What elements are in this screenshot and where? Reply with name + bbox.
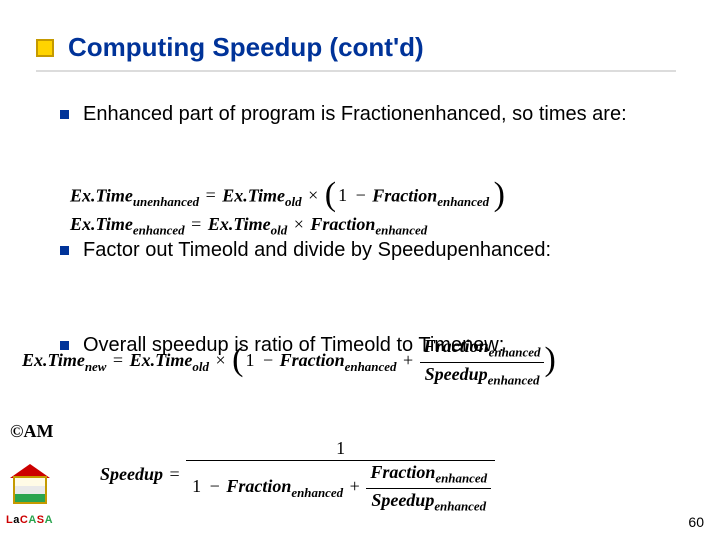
eq4-lhs: Speedup xyxy=(100,464,163,484)
house-body-icon xyxy=(13,476,47,504)
eq3-rhs-base: Ex.Time xyxy=(130,350,193,370)
eq3-f-sub: enhanced xyxy=(345,359,397,374)
minus-sign: − xyxy=(208,476,222,496)
eq4-den-f-sub: enhanced xyxy=(291,485,343,500)
eq2-frac-base: Fraction xyxy=(310,214,375,234)
eq2-rhs-sub: old xyxy=(271,223,288,238)
lacasa-logo-icon xyxy=(10,464,50,508)
lacasa-text: LaCASA xyxy=(6,514,53,526)
one: 1 xyxy=(336,185,349,205)
equation-3: Ex.Timenew = Ex.Timeold × (1 − Fractione… xyxy=(22,336,702,388)
plus-sign: + xyxy=(348,476,362,496)
title-underline xyxy=(36,70,676,72)
title-bar: Computing Speedup (cont'd) xyxy=(36,32,424,63)
times-sign: × xyxy=(306,185,320,205)
eq3-den-base: Speedup xyxy=(425,364,488,384)
eq-sign: = xyxy=(189,214,203,234)
equation-2: Ex.Timeenhanced = Ex.Timeold × Fractione… xyxy=(70,214,427,239)
eq2-lhs-base: Ex.Time xyxy=(70,214,133,234)
square-bullet-icon xyxy=(60,246,69,255)
eq2-rhs-base: Ex.Time xyxy=(208,214,271,234)
lacasa-a: a xyxy=(13,514,20,526)
eq2-frac-sub: enhanced xyxy=(375,223,427,238)
slide: Computing Speedup (cont'd) Enhanced part… xyxy=(0,0,720,540)
copyright-mark: ©AM xyxy=(10,421,53,442)
eq3-num-base: Fraction xyxy=(424,336,489,356)
eq-sign: = xyxy=(168,464,182,484)
bullet-2-text: Factor out Timeold and divide by Speedup… xyxy=(83,238,551,264)
eq3-fraction: Fractionenhanced Speedupenhanced xyxy=(420,336,545,388)
paren-close-icon: ) xyxy=(544,341,555,378)
eq1-rhs-base: Ex.Time xyxy=(222,185,285,205)
eq4-den-f-base: Fraction xyxy=(226,476,291,496)
eq4-num-one: 1 xyxy=(334,438,347,458)
eq1-lhs-sub: unenhanced xyxy=(133,194,199,209)
times-sign: × xyxy=(213,350,227,370)
eq1-frac-sub: enhanced xyxy=(437,194,489,209)
eq3-lhs-base: Ex.Time xyxy=(22,350,85,370)
bullet-1-text: Enhanced part of program is Fractionenha… xyxy=(83,102,627,128)
eq1-lhs-base: Ex.Time xyxy=(70,185,133,205)
eq4-in-num-sub: enhanced xyxy=(435,471,487,486)
page-number: 60 xyxy=(688,514,704,530)
stripe-icon xyxy=(15,494,45,502)
eq2-lhs-sub: enhanced xyxy=(133,223,185,238)
plus-sign: + xyxy=(401,350,415,370)
bullet-1: Enhanced part of program is Fractionenha… xyxy=(60,102,680,128)
title-bullet-icon xyxy=(36,39,54,57)
eq4-in-den-sub: enhanced xyxy=(434,498,486,513)
lacasa-A2: A xyxy=(45,514,53,526)
eq1-frac-base: Fraction xyxy=(372,185,437,205)
paren-close-icon: ) xyxy=(494,176,505,213)
times-sign: × xyxy=(292,214,306,234)
bullet-2: Factor out Timeold and divide by Speedup… xyxy=(60,238,680,264)
slide-title: Computing Speedup (cont'd) xyxy=(68,32,424,63)
paren-open-icon: ( xyxy=(325,176,336,213)
paren-open-icon: ( xyxy=(232,341,243,378)
eq3-lhs-sub: new xyxy=(85,359,107,374)
eq3-num-sub: enhanced xyxy=(489,345,541,360)
minus-sign: − xyxy=(261,350,275,370)
equation-1: Ex.Timeunenhanced = Ex.Timeold × (1 − Fr… xyxy=(70,182,505,213)
eq4-in-den-base: Speedup xyxy=(371,490,434,510)
one: 1 xyxy=(243,350,256,370)
lacasa-S: S xyxy=(37,514,45,526)
eq-sign: = xyxy=(111,350,125,370)
eq3-rhs-sub: old xyxy=(192,359,209,374)
eq4-inner-fraction: Fractionenhanced Speedupenhanced xyxy=(366,462,491,514)
lacasa-A: A xyxy=(28,514,36,526)
eq1-rhs-sub: old xyxy=(285,194,302,209)
eq3-den-sub: enhanced xyxy=(488,372,540,387)
eq3-f-base: Fraction xyxy=(280,350,345,370)
eq4-outer-fraction: 1 1 − Fractionenhanced + Fractionenhance… xyxy=(186,438,495,514)
eq4-den-one: 1 xyxy=(190,476,203,496)
eq4-in-num-base: Fraction xyxy=(370,462,435,482)
stripe-icon xyxy=(15,486,45,494)
equation-4: Speedup = 1 1 − Fractionenhanced + Fract… xyxy=(100,438,660,514)
square-bullet-icon xyxy=(60,110,69,119)
eq-sign: = xyxy=(204,185,218,205)
minus-sign: − xyxy=(354,185,368,205)
